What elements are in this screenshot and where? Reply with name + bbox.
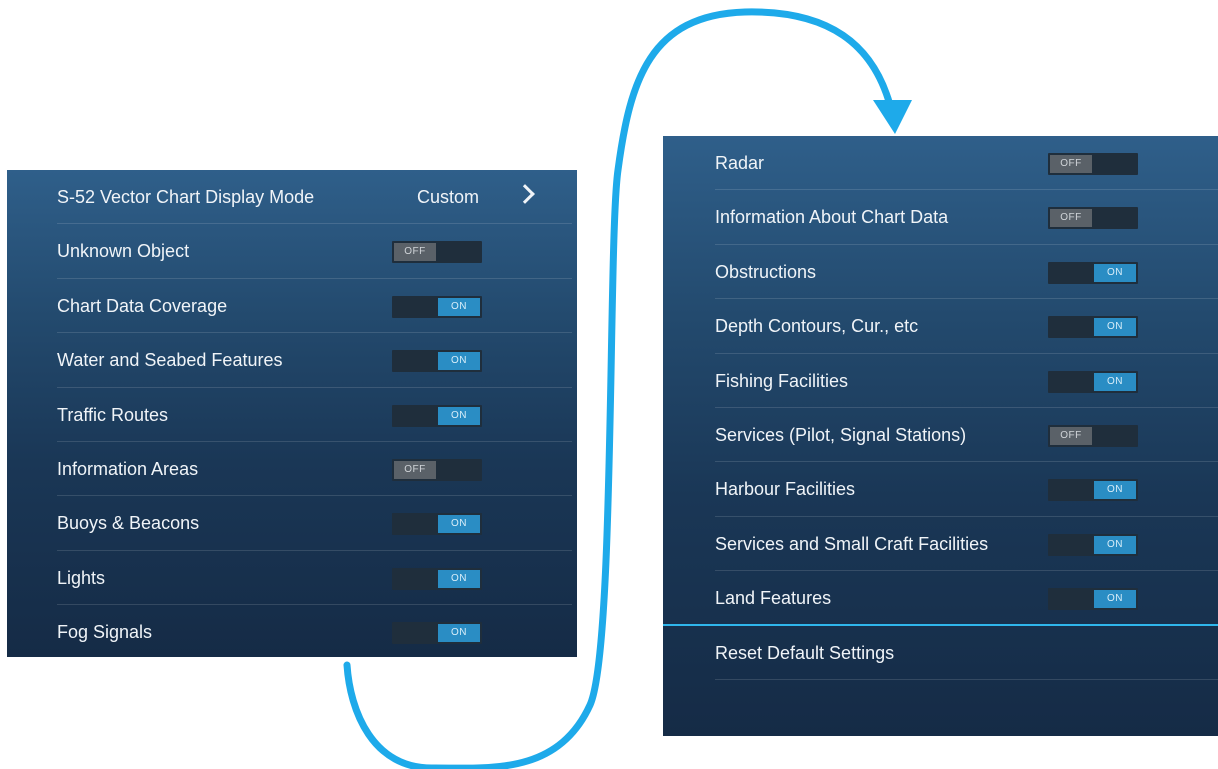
setting-label: Information Areas — [57, 458, 199, 479]
toggle-switch-fog-signals[interactable]: ON — [392, 622, 482, 645]
setting-row-information-areas: Information Areas OFF — [57, 442, 572, 497]
toggle-switch-information-about-chart-data[interactable]: OFF — [1048, 207, 1138, 230]
toggle-switch-services-and-small-craft-facilities[interactable]: ON — [1048, 533, 1138, 556]
toggle-state-label: OFF — [1050, 426, 1092, 445]
toggle-state-label: ON — [1094, 263, 1136, 282]
toggle-switch-depth-contours-cur-etc[interactable]: ON — [1048, 316, 1138, 339]
toggle-switch-harbour-facilities[interactable]: ON — [1048, 479, 1138, 502]
setting-row-unknown-object: Unknown Object OFF — [57, 224, 572, 279]
toggle-state-label: ON — [1094, 590, 1136, 609]
setting-label: Harbour Facilities — [715, 479, 856, 500]
setting-label: Obstructions — [715, 261, 817, 282]
toggle-switch-information-areas[interactable]: OFF — [392, 458, 482, 481]
setting-label: Services (Pilot, Signal Stations) — [715, 424, 967, 445]
toggle-state-label: ON — [1094, 372, 1136, 391]
chevron-right-icon[interactable] — [515, 184, 535, 204]
setting-label: Unknown Object — [57, 241, 190, 262]
setting-row-s-52-vector-chart-display-mode[interactable]: S-52 Vector Chart Display Mode Custom — [57, 170, 572, 225]
toggle-state-label: ON — [438, 515, 480, 534]
chart-settings-panel-right: Radar OFF Information About Chart Data OFF O… — [663, 136, 1218, 736]
toggle-state-label: OFF — [394, 243, 436, 262]
toggle-switch-buoys-beacons[interactable]: ON — [392, 513, 482, 536]
toggle-switch-lights[interactable]: ON — [392, 567, 482, 590]
setting-label: Land Features — [715, 588, 832, 609]
setting-label: Chart Data Coverage — [57, 295, 228, 316]
setting-row-chart-data-coverage: Chart Data Coverage ON — [57, 279, 572, 334]
reset-default-settings-label: Reset Default Settings — [715, 642, 895, 663]
setting-label: Buoys & Beacons — [57, 513, 200, 534]
toggle-switch-water-and-seabed-features[interactable]: ON — [392, 350, 482, 373]
toggle-state-label: OFF — [1050, 209, 1092, 228]
setting-label: S-52 Vector Chart Display Mode — [57, 187, 315, 207]
toggle-switch-unknown-object[interactable]: OFF — [392, 241, 482, 264]
toggle-state-label: OFF — [1050, 155, 1092, 173]
setting-label: Services and Small Craft Facilities — [715, 533, 989, 554]
toggle-switch-radar[interactable]: OFF — [1048, 153, 1138, 175]
toggle-state-label: ON — [438, 624, 480, 643]
toggle-state-label: ON — [438, 406, 480, 425]
toggle-state-label: ON — [438, 352, 480, 371]
setting-row-harbour-facilities: Harbour Facilities ON — [715, 462, 1218, 517]
toggle-state-label: ON — [1094, 481, 1136, 500]
toggle-switch-chart-data-coverage[interactable]: ON — [392, 295, 482, 318]
toggle-state-label: ON — [438, 297, 480, 316]
toggle-switch-obstructions[interactable]: ON — [1048, 261, 1138, 284]
toggle-state-label: ON — [1094, 535, 1136, 554]
setting-row-services-pilot-signal-stations: Services (Pilot, Signal Stations) OFF — [715, 408, 1218, 463]
setting-label: Depth Contours, Cur., etc — [715, 316, 919, 337]
setting-row-traffic-routes: Traffic Routes ON — [57, 388, 572, 442]
setting-row-obstructions: Obstructions ON — [715, 245, 1218, 300]
setting-row-lights: Lights ON — [57, 551, 572, 606]
reset-default-settings-button[interactable]: Reset Default Settings — [715, 626, 1218, 680]
chart-settings-panel-left: S-52 Vector Chart Display Mode Custom Unkn… — [7, 170, 577, 657]
setting-row-fishing-facilities: Fishing Facilities ON — [715, 354, 1218, 408]
setting-label: Fog Signals — [57, 622, 153, 643]
toggle-switch-fishing-facilities[interactable]: ON — [1048, 370, 1138, 393]
setting-label: Lights — [57, 567, 106, 588]
setting-label: Fishing Facilities — [715, 370, 849, 391]
setting-row-land-features: Land Features ON — [663, 571, 1218, 626]
toggle-state-label: ON — [1094, 318, 1136, 337]
setting-row-information-about-chart-data: Information About Chart Data OFF — [715, 190, 1218, 245]
toggle-switch-services-pilot-signal-stations[interactable]: OFF — [1048, 424, 1138, 447]
setting-label: Traffic Routes — [57, 404, 169, 425]
toggle-state-label: OFF — [394, 460, 436, 479]
setting-row-fog-signals: Fog Signals ON — [57, 605, 572, 659]
setting-row-services-and-small-craft-facilities: Services and Small Craft Facilities ON — [715, 517, 1218, 572]
setting-row-water-and-seabed-features: Water and Seabed Features ON — [57, 333, 572, 388]
toggle-state-label: ON — [438, 569, 480, 588]
setting-row-depth-contours-cur-etc: Depth Contours, Cur., etc ON — [715, 299, 1218, 354]
setting-value: Custom — [416, 187, 479, 207]
toggle-switch-land-features[interactable]: ON — [1048, 588, 1138, 611]
setting-label: Radar — [715, 153, 765, 173]
setting-label: Information About Chart Data — [715, 207, 949, 228]
setting-row-buoys-beacons: Buoys & Beacons ON — [57, 496, 572, 551]
setting-row-radar: Radar OFF — [715, 136, 1218, 191]
toggle-switch-traffic-routes[interactable]: ON — [392, 404, 482, 427]
setting-label: Water and Seabed Features — [57, 350, 283, 371]
